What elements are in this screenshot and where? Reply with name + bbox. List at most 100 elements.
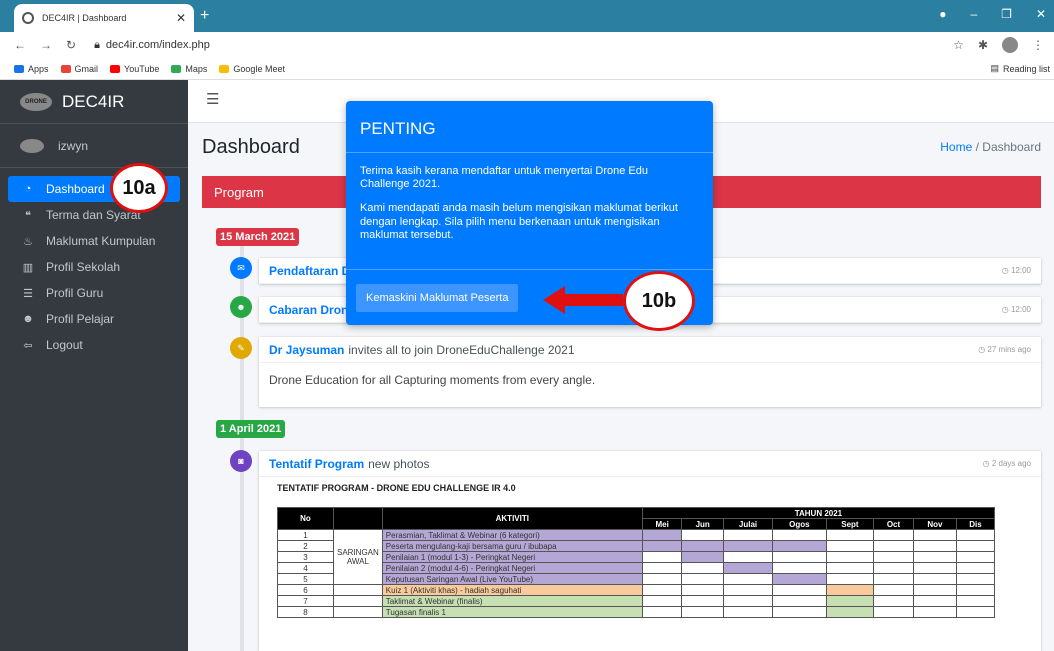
hamburger-icon[interactable]: ☰: [206, 90, 219, 108]
callout-10b: 10b: [623, 271, 695, 331]
item-time-text: 12:00: [1010, 305, 1031, 314]
item-time-text: 2 days ago: [991, 459, 1031, 468]
row-activity: Peserta mengulang-kaji bersama guru / ib…: [381, 540, 643, 552]
reload-icon[interactable]: ↻: [66, 38, 76, 52]
table-row: 1 SARINGAN AWAL Perasmian, Taklimat & Webi…: [277, 529, 995, 585]
col-group: [333, 507, 383, 530]
clock-icon: ◷: [1001, 266, 1009, 275]
sidebar-item-logout[interactable]: ⇦ Logout: [8, 332, 180, 358]
month: Julai: [722, 518, 774, 530]
item-time: ◷ 12:00: [1002, 305, 1031, 314]
bookmark-label: Gmail: [74, 63, 99, 74]
menu-dots-icon[interactable]: ⋮: [1032, 38, 1044, 52]
apps-icon: [14, 64, 24, 73]
forward-icon[interactable]: →: [40, 38, 52, 52]
tab-title: DEC4IR | Dashboard: [42, 13, 127, 23]
month: Dis: [956, 518, 995, 530]
maps-icon: [171, 64, 182, 73]
item-title-link[interactable]: Pendaftaran D: [269, 264, 350, 278]
breadcrumb-home[interactable]: Home: [940, 140, 972, 154]
row-no: 1: [277, 529, 334, 541]
reading-list[interactable]: ▤ Reading list: [990, 63, 1054, 74]
table-row: 2 Peserta mengulang-kaji bersama guru / i…: [277, 540, 995, 552]
row-activity: Penilaian 1 (modul 1-3) - Peringkat Nege…: [381, 551, 643, 563]
breadcrumb: Home / Dashboard: [940, 140, 1041, 154]
quote-icon: ❝: [25, 209, 31, 222]
item-text: new photos: [368, 456, 430, 471]
modal-body: Terima kasih kerana mendaftar untuk meny…: [346, 153, 713, 269]
sidebar-item-label: Dashboard: [46, 182, 105, 196]
month: Jun: [681, 518, 724, 530]
table-row: 8 Tugasan finalis 1: [277, 606, 995, 618]
clock-icon: ◷: [982, 459, 990, 468]
bookmark-gmail[interactable]: Gmail: [60, 63, 99, 74]
list-icon: ☰: [23, 287, 33, 300]
timeline-date-label: 1 April 2021: [216, 420, 286, 438]
url-field[interactable]: 🔒︎ dec4ir.com/index.php: [94, 39, 210, 52]
bookmark-label: Maps: [185, 63, 208, 74]
red-arrow-icon: [543, 286, 623, 314]
clock-icon: ◷: [1001, 305, 1009, 314]
bookmark-maps[interactable]: Maps: [171, 64, 207, 74]
month: Oct: [873, 518, 914, 530]
back-icon[interactable]: ←: [14, 38, 26, 52]
update-participant-button[interactable]: Kemaskini Maklumat Peserta: [356, 284, 519, 312]
row-activity: Taklimat & Webinar (finalis): [381, 595, 643, 607]
close-window-icon[interactable]: ✕: [1036, 7, 1046, 21]
minimize-icon[interactable]: –: [970, 7, 977, 21]
row-no: 6: [277, 584, 334, 596]
profile-avatar[interactable]: [1002, 37, 1018, 53]
camera-icon: ◙: [230, 450, 252, 472]
row-activity: Kuiz 1 (Aktiviti khas) - hadiah saguhati: [381, 584, 643, 596]
row-no: 5: [277, 573, 334, 585]
sidebar-item-guru[interactable]: ☰ Profil Guru: [8, 280, 180, 306]
sidebar-item-label: Maklumat Kumpulan: [46, 234, 156, 248]
comments-icon: ✎: [230, 337, 252, 359]
close-tab-icon[interactable]: ✕: [176, 11, 186, 25]
item-title-link[interactable]: Cabaran Dron: [269, 303, 348, 317]
maximize-icon[interactable]: ❐: [1001, 7, 1012, 21]
new-tab-icon[interactable]: +: [200, 7, 209, 25]
youtube-icon: [110, 64, 121, 73]
group-label: SARINGAN AWAL: [333, 529, 383, 585]
profile-dot-icon[interactable]: ●: [939, 7, 946, 21]
row-no: 3: [277, 551, 334, 563]
item-title-link[interactable]: Tentatif Program: [269, 457, 364, 471]
item-time: ◷ 2 days ago: [983, 459, 1031, 468]
extensions-icon[interactable]: ✱: [978, 38, 988, 52]
month: Mei: [641, 518, 683, 530]
star-icon[interactable]: ☆: [953, 38, 964, 52]
sidebar-item-pelajar[interactable]: ☻ Profil Pelajar: [8, 306, 180, 332]
fire-icon: ♨: [23, 235, 33, 248]
sidebar: DRONE DEC4IR izwyn ◔ Dashboard ❝ Terma dan …: [0, 80, 188, 651]
row-no: 7: [277, 595, 334, 607]
clock-icon: ◷: [978, 345, 986, 354]
row-activity: Tugasan finalis 1: [381, 606, 643, 618]
sidebar-item-label: Profil Guru: [46, 286, 104, 300]
brand[interactable]: DRONE DEC4IR: [0, 80, 188, 124]
col-no: No: [277, 507, 334, 530]
bookmark-youtube[interactable]: YouTube: [110, 64, 159, 74]
bookmark-label: Google Meet: [233, 63, 285, 74]
user-name: izwyn: [58, 138, 89, 153]
sidebar-item-label: Logout: [46, 338, 83, 352]
item-author-link[interactable]: Dr Jaysuman: [269, 343, 344, 357]
sidebar-item-sekolah[interactable]: ▥ Profil Sekolah: [8, 254, 180, 280]
lock-icon: 🔒︎: [94, 38, 100, 51]
row-activity: Perasmian, Taklimat & Webinar (6 kategor…: [381, 529, 643, 541]
row-no: 2: [277, 540, 334, 552]
user-panel[interactable]: izwyn: [0, 124, 188, 168]
bookmark-apps[interactable]: Apps: [14, 64, 49, 74]
month: Sept: [825, 518, 875, 530]
browser-tab[interactable]: DEC4IR | Dashboard ✕: [14, 4, 194, 32]
bookmark-label: YouTube: [124, 63, 160, 74]
row-activity: Penilaian 2 (modul 4-6) - Peringkat Nege…: [381, 562, 643, 574]
bookmark-meet[interactable]: Google Meet: [219, 64, 285, 74]
schedule-table: No AKTIVITI TAHUN 2021 Mei Jun Julai Ogos Sept…: [277, 507, 996, 618]
item-time: ◷ 12:00: [1002, 266, 1031, 275]
bookmark-label: Apps: [28, 63, 49, 74]
reading-list-icon: ▤: [990, 63, 999, 73]
item-body: Drone Education for all Capturing moment…: [269, 373, 596, 387]
sidebar-item-kumpulan[interactable]: ♨ Maklumat Kumpulan: [8, 228, 180, 254]
bookmarks-bar: Apps Gmail YouTube Maps Google Meet ▤ Rea…: [0, 58, 1054, 80]
